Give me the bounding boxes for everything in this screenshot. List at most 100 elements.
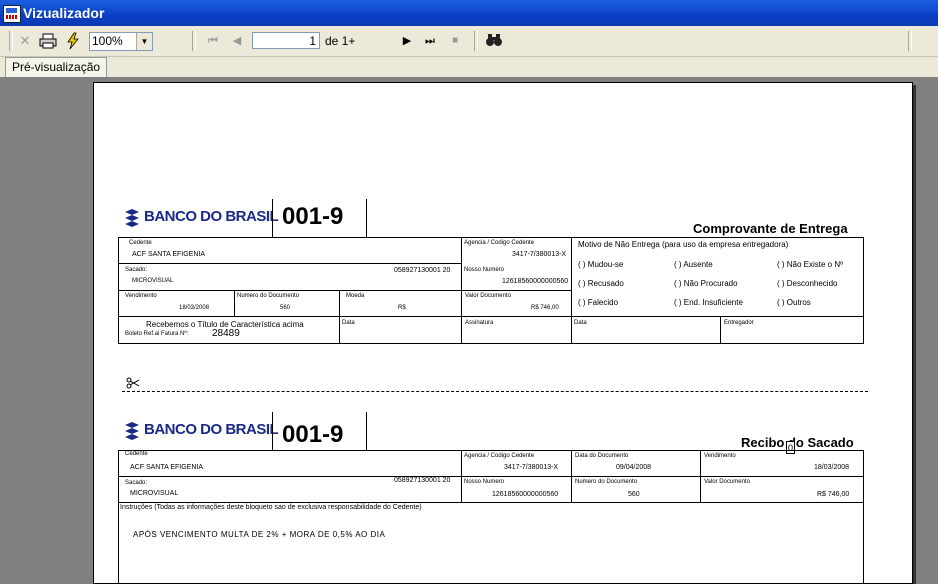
numdoc-value: 560 (628, 491, 640, 498)
valor-value: R$ 746,00 (531, 305, 559, 311)
entregador-label: Entregador (724, 320, 754, 326)
multa-text: APÓS VENCIMENTO MULTA DE 2% + MORA DE 0,… (133, 530, 386, 539)
agencia-label: Agencia / Codigo Cedente (464, 240, 535, 246)
sacado-doc: 058927130001 20 (394, 267, 451, 274)
rule (700, 450, 701, 503)
toolbar-separator (9, 31, 13, 51)
sacado-doc: 058927130001 20 (394, 477, 451, 484)
motivo-option: ( ) Mudou-se (578, 260, 624, 269)
chevron-down-icon[interactable]: ▼ (136, 33, 152, 50)
vencimento-label: Vendimento (125, 293, 157, 299)
title-bar: Vizualizador (0, 0, 938, 26)
rule (118, 290, 572, 291)
numdoc-label: Numero do Documento (575, 479, 638, 485)
rule (118, 450, 864, 451)
zoom-value: 100% (92, 34, 123, 48)
page-number-input[interactable]: 1 (252, 32, 320, 49)
bank-logo-icon (125, 422, 139, 440)
document-page: BANCO DO BRASIL 001-9 Comprovante de Ent… (93, 82, 913, 584)
sacado-label: Sacado: (125, 267, 148, 273)
page-count-label: de 1+ (325, 34, 356, 48)
rule (118, 343, 864, 344)
sacado-label: Sacado: (125, 480, 148, 486)
toolbar-separator (474, 31, 478, 51)
first-page-icon[interactable]: ⏮ (206, 32, 220, 50)
window-title: Vizualizador (23, 5, 105, 21)
rule (118, 476, 864, 477)
assinatura-label: Assinatura (465, 320, 494, 326)
vencimento-value: 18/03/2008 (179, 305, 210, 311)
motivo-option: ( ) Falecido (578, 298, 619, 307)
cedente-value: ACF SANTA EFIGENIA (130, 464, 203, 471)
motivo-option: ( ) Não Existe o Nº (777, 260, 844, 269)
motivo-option: ( ) Desconhecido (777, 279, 838, 288)
motivo-label: Motivo de Não Entrega (para uso da empre… (578, 240, 789, 249)
header-divider (366, 199, 367, 237)
datadoc-label: Data do Documento (575, 453, 629, 459)
rule (234, 290, 235, 317)
cedente-label: Cedente (129, 240, 152, 246)
header-divider (366, 412, 367, 450)
cedente-value: ACF SANTA EFIGENIA (132, 251, 205, 258)
rule (863, 450, 864, 583)
bank-code: 001-9 (282, 421, 344, 448)
prev-page-icon[interactable]: ◀ (230, 32, 244, 50)
tab-pre-visualizacao[interactable]: Pré-visualização (5, 57, 108, 77)
tab-strip: Pré-visualização (0, 57, 938, 77)
agencia-value: 3417-7/380013-X (504, 464, 559, 471)
vencimento-label: Vendimento (704, 453, 736, 459)
close-icon[interactable]: ✕ (16, 32, 34, 50)
valor-value: R$ 746,00 (817, 491, 850, 498)
printer-icon[interactable] (38, 32, 58, 50)
bank-name: BANCO DO BRASIL (144, 208, 279, 225)
rule (118, 263, 462, 264)
bank-logo-icon (125, 209, 139, 227)
agencia-value: 3417-7/380013-X (512, 251, 567, 258)
binoculars-icon[interactable] (484, 32, 504, 50)
numdoc-label: Numero do Documento (237, 293, 300, 299)
moeda-value: R$ (398, 305, 406, 311)
nosso-numero-value: 12618560000000560 (492, 491, 559, 498)
sacado-value: MICROVISUAL (130, 490, 179, 497)
valor-label: Valor Documento (704, 479, 750, 485)
instrucoes-text: Instruções (Todas as informações deste b… (120, 504, 422, 511)
text-cursor-box: 0 (786, 441, 795, 454)
rule (720, 316, 721, 344)
receipt-title: Recibo do Sacado (741, 435, 854, 450)
header-divider (272, 199, 273, 237)
agencia-label: Agencia / Codigo Cedente (464, 453, 535, 459)
rule (118, 502, 864, 503)
delivery-title: Comprovante de Entrega (693, 221, 848, 236)
numdoc-value: 560 (280, 305, 291, 311)
cedente-label: Cedente (125, 451, 148, 457)
nosso-numero-label: Nosso Numero (464, 479, 505, 485)
next-page-icon[interactable]: ▶ (400, 32, 414, 50)
motivo-option: ( ) Ausente (674, 260, 713, 269)
data-label: Data (342, 320, 355, 326)
scissors-icon (126, 377, 140, 389)
motivo-option: ( ) Outros (777, 298, 811, 307)
moeda-label: Moeda (346, 293, 365, 299)
cut-line (122, 391, 868, 392)
bank-code: 001-9 (282, 203, 344, 230)
data-label: Data (574, 320, 587, 326)
rule (571, 450, 572, 503)
toolbar-separator (192, 31, 196, 51)
boleto-label: Boleto Ref.ai Fatura Nº: (125, 331, 189, 337)
boleto-value: 28489 (212, 328, 240, 339)
stop-icon[interactable]: ■ (448, 32, 462, 50)
sacado-value: MICROVISUAL (132, 278, 174, 284)
rule (118, 237, 864, 238)
datadoc-value: 09/04/2008 (616, 464, 652, 471)
vencimento-value: 18/03/2008 (814, 464, 850, 471)
nosso-numero-value: 12618560000000560 (502, 278, 569, 285)
rule (118, 316, 864, 317)
rule (461, 450, 462, 503)
lightning-icon[interactable] (64, 32, 82, 50)
zoom-select[interactable]: 100% ▼ (89, 32, 153, 51)
app-logo-icon (3, 5, 21, 23)
rule (863, 237, 864, 344)
rule (118, 450, 119, 583)
last-page-icon[interactable]: ⏭ (423, 32, 437, 50)
toolbar: ✕ 100% ▼ ⏮ ◀ 1 de 1+ ▶ ⏭ ■ (0, 26, 938, 57)
